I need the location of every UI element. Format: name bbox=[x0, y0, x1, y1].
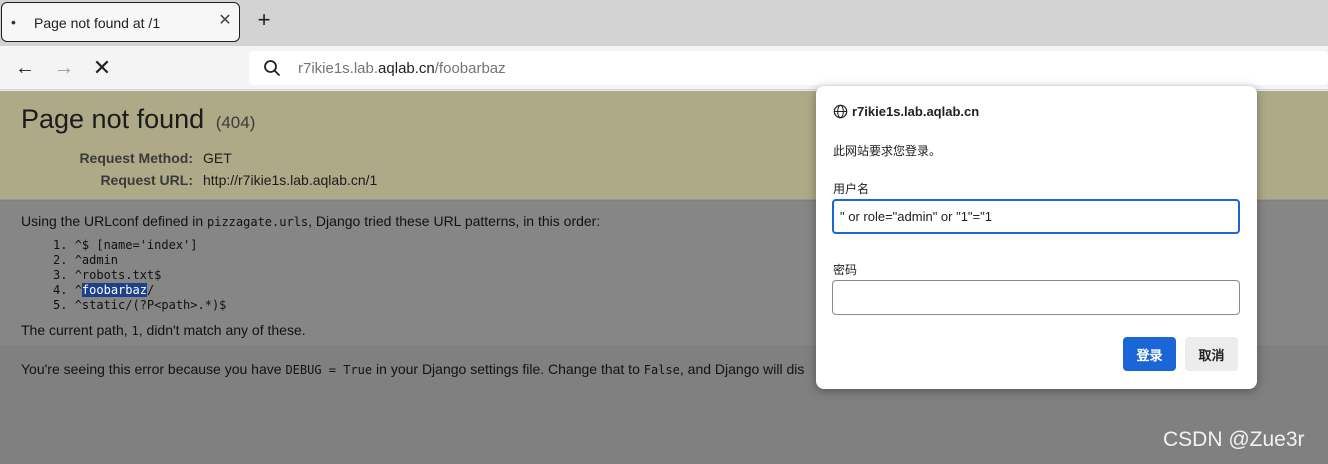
current-path-text-1: The current path, bbox=[21, 322, 132, 338]
dialog-message: 此网站要求您登录。 bbox=[833, 144, 942, 158]
pattern-number: 2. bbox=[53, 253, 75, 267]
pattern-text: ^robots.txt$ bbox=[74, 268, 162, 282]
watermark: CSDN @Zue3r bbox=[1163, 428, 1305, 451]
new-tab-button[interactable]: + bbox=[252, 9, 276, 33]
http-auth-dialog: r7ikie1s.lab.aqlab.cn 此网站要求您登录。 用户名 密码 登… bbox=[816, 86, 1257, 389]
back-arrow-icon[interactable]: ← bbox=[14, 57, 36, 79]
request-url-label: Request URL: bbox=[100, 172, 193, 188]
pattern-suffix: / bbox=[146, 283, 155, 297]
url-pattern-item: 5. ^static/(?P<path>.*)$ bbox=[53, 298, 226, 313]
explain-code-debug: DEBUG = True bbox=[285, 363, 373, 377]
pattern-number: 4. bbox=[53, 283, 75, 297]
urlconf-description: Using the URLconf defined in pizzagate.u… bbox=[21, 213, 600, 229]
url-pattern-item: 4. ^foobarbaz/ bbox=[53, 283, 226, 298]
explain-text-1: You're seeing this error because you hav… bbox=[21, 361, 286, 377]
request-method-label: Request Method: bbox=[79, 150, 193, 166]
current-path-value: 1 bbox=[131, 324, 139, 338]
current-path-line: The current path, 1, didn't match any of… bbox=[21, 322, 306, 338]
pattern-number: 3. bbox=[53, 268, 75, 282]
pattern-highlight: foobarbaz bbox=[81, 283, 147, 297]
url-path: /foobarbaz bbox=[434, 60, 506, 77]
url-pattern-item: 1. ^$ [name='index'] bbox=[53, 238, 226, 253]
tab-strip: • Page not found at /1 ✕ + bbox=[0, 0, 1328, 46]
username-label: 用户名 bbox=[833, 182, 870, 196]
request-url-row: Request URL: http://r7ikie1s.lab.aqlab.c… bbox=[0, 172, 600, 190]
address-text[interactable]: r7ikie1s.lab.aqlab.cn/foobarbaz bbox=[298, 60, 506, 77]
explain-text-3: , and Django will dis bbox=[679, 361, 805, 377]
url-pattern-item: 3. ^robots.txt$ bbox=[53, 268, 226, 283]
dialog-host-text: r7ikie1s.lab.aqlab.cn bbox=[852, 104, 980, 119]
username-input[interactable] bbox=[832, 199, 1240, 234]
explain-text-2: in your Django settings file. Change tha… bbox=[372, 361, 644, 377]
explain-code-false: False bbox=[643, 363, 680, 377]
page-title: Page not found (404) bbox=[21, 104, 255, 135]
urlconf-text-1: Using the URLconf defined in bbox=[21, 213, 207, 229]
page-title-text: Page not found bbox=[21, 104, 205, 134]
password-input[interactable] bbox=[832, 280, 1240, 315]
pattern-text: ^admin bbox=[74, 253, 119, 267]
browser-tab[interactable]: • Page not found at /1 ✕ bbox=[1, 2, 240, 42]
pattern-text: ^$ [name='index'] bbox=[74, 238, 198, 252]
dialog-host: r7ikie1s.lab.aqlab.cn bbox=[833, 104, 979, 119]
login-button[interactable]: 登录 bbox=[1123, 337, 1176, 371]
address-bar[interactable]: r7ikie1s.lab.aqlab.cn/foobarbaz bbox=[249, 51, 1328, 85]
url-subdomain: r7ikie1s.lab. bbox=[298, 60, 379, 77]
search-icon bbox=[264, 60, 280, 76]
debug-explanation-text: You're seeing this error because you hav… bbox=[21, 361, 821, 377]
url-domain: aqlab.cn bbox=[378, 60, 435, 77]
pattern-number: 1. bbox=[53, 238, 75, 252]
pattern-number: 5. bbox=[53, 298, 75, 312]
password-label: 密码 bbox=[833, 263, 858, 277]
cancel-button[interactable]: 取消 bbox=[1185, 337, 1238, 371]
url-pattern-list: 1. ^$ [name='index'] 2. ^admin 3. ^robots.… bbox=[53, 238, 226, 313]
globe-icon bbox=[833, 104, 848, 119]
current-path-text-2: , didn't match any of these. bbox=[138, 322, 306, 338]
url-pattern-item: 2. ^admin bbox=[53, 253, 226, 268]
pattern-text: ^ bbox=[74, 283, 82, 297]
tab-title: Page not found at /1 bbox=[34, 15, 161, 31]
urlconf-text-2: , Django tried these URL patterns, in th… bbox=[308, 213, 601, 229]
browser-toolbar: ← → ✕ r7ikie1s.lab.aqlab.cn/foobarbaz bbox=[0, 46, 1328, 90]
pattern-text: ^static/(?P<path>.*)$ bbox=[74, 298, 227, 312]
request-url-value: http://r7ikie1s.lab.aqlab.cn/1 bbox=[203, 172, 378, 188]
status-code: (404) bbox=[215, 113, 256, 132]
stop-loading-icon[interactable]: ✕ bbox=[91, 57, 113, 79]
forward-arrow-icon[interactable]: → bbox=[53, 57, 75, 79]
urlconf-module: pizzagate.urls bbox=[207, 215, 309, 229]
tab-close-icon[interactable]: ✕ bbox=[216, 12, 234, 30]
request-method-value: GET bbox=[203, 150, 232, 166]
tab-loading-dot: • bbox=[11, 14, 16, 30]
request-method-row: Request Method: GET bbox=[0, 150, 600, 168]
